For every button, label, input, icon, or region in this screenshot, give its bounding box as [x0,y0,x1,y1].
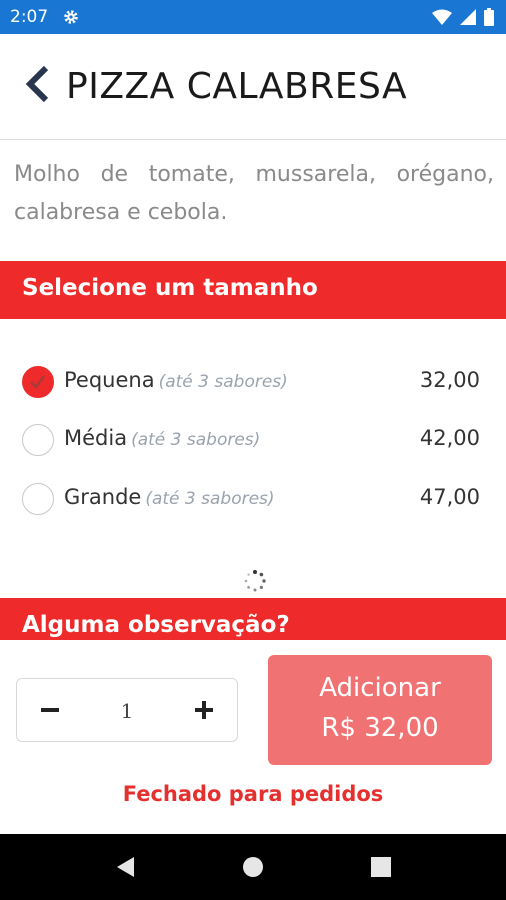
nav-recents-icon[interactable] [369,855,393,879]
add-to-cart-button[interactable]: Adicionar R$ 32,00 [268,655,492,765]
size-section-header: Selecione um tamanho [0,261,506,319]
radio-unselected[interactable] [22,483,54,515]
nav-home-icon[interactable] [241,855,265,879]
option-price: 32,00 [419,368,480,392]
signal-icon [460,9,476,25]
nav-back-icon[interactable] [114,855,138,879]
option-price: 42,00 [419,426,480,450]
option-sublabel: (até 3 sabores) [131,430,261,450]
option-label: Média [64,426,128,450]
gear-icon [64,10,78,24]
order-bar: 1 Adicionar R$ 32,00 Fechado para pedido… [0,640,506,834]
option-price: 47,00 [419,485,480,509]
battery-icon [484,8,494,26]
quantity-stepper: 1 [16,678,238,742]
status-bar: 2:07 [0,0,506,34]
size-section-title: Selecione um tamanho [22,275,318,301]
back-arrow-icon[interactable] [22,64,52,104]
observation-section-title: Alguma observação? [22,612,290,638]
add-button-label: Adicionar [319,673,441,703]
page-header: PIZZA CALABRESA [0,34,506,140]
size-option-pequena[interactable]: Pequena (até 3 sabores) 32,00 [0,358,506,408]
status-time: 2:07 [10,7,49,27]
loading-spinner-icon [244,570,266,592]
option-sublabel: (até 3 sabores) [145,489,275,509]
navigation-bar [0,834,506,900]
option-label: Pequena [64,368,155,392]
page-title: PIZZA CALABRESA [66,66,408,107]
add-button-price: R$ 32,00 [321,713,439,743]
product-description: Molho de tomate, mussarela, orégano, cal… [14,162,494,225]
size-option-grande[interactable]: Grande (até 3 sabores) 47,00 [0,475,506,525]
plus-icon[interactable] [189,695,219,725]
radio-selected[interactable] [22,366,54,398]
wifi-icon [432,9,452,25]
option-label: Grande [64,485,142,509]
option-sublabel: (até 3 sabores) [158,372,288,392]
closed-message: Fechado para pedidos [122,782,384,806]
check-icon [30,375,46,389]
size-option-media[interactable]: Média (até 3 sabores) 42,00 [0,416,506,466]
radio-unselected[interactable] [22,424,54,456]
